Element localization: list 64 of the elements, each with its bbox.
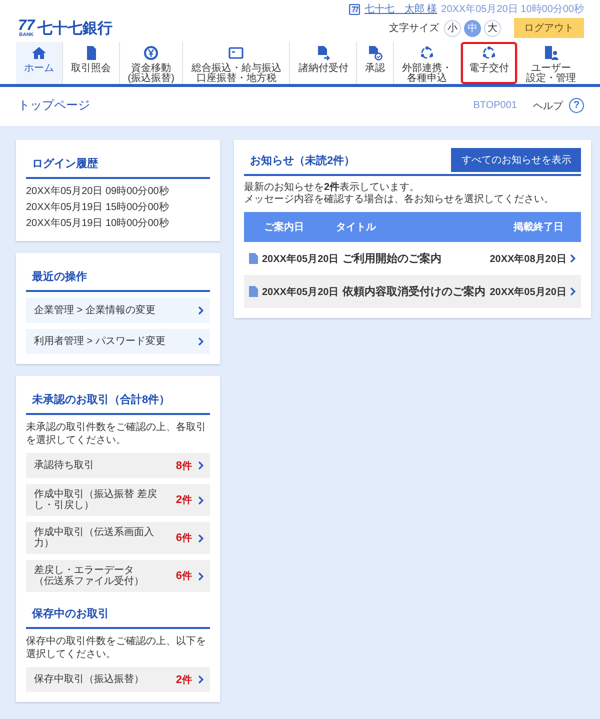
yen-coin-icon — [143, 45, 160, 61]
recent-operation-link[interactable]: 利用者管理 > パスワード変更 — [26, 329, 210, 354]
page-title: トップページ — [18, 97, 91, 114]
card-title: ログイン履歴 — [26, 156, 210, 179]
font-size-option[interactable]: 大 — [484, 20, 501, 36]
user-badge-icon — [349, 4, 360, 14]
chevron-icon — [198, 675, 204, 684]
login-entry: 20XX年05月20日 09時00分00秒 — [26, 185, 170, 199]
nav-tab[interactable]: ホーム — [16, 42, 62, 84]
notice-message: メッセージ内容を確認する場合は、各お知らせを選択してください。 — [244, 194, 555, 206]
logout-button[interactable]: ログアウト — [514, 18, 584, 38]
cycle-icon — [481, 45, 498, 61]
show-all-notices-button[interactable]: すべてのお知らせを表示 — [451, 148, 582, 172]
cycle-icon — [419, 45, 436, 61]
bank-name: 七十七銀行 — [38, 20, 113, 38]
description-text: 保存中の取引件数をご確認の上、以下を選択してください。 — [26, 635, 207, 661]
login-entry: 20XX年05月19日 10時00分00秒 — [26, 217, 170, 231]
card-icon — [228, 45, 244, 61]
home-icon — [30, 45, 47, 61]
card-title: 保存中のお取引 — [26, 606, 210, 629]
login-datetime: 20XX年05月20日 10時00分00秒 — [441, 2, 584, 16]
column-header: 掲載終了日 — [513, 220, 564, 234]
column-header: タイトル — [335, 221, 378, 234]
chevron-icon — [198, 306, 204, 315]
document-check-icon — [367, 45, 384, 61]
login-entry: 20XX年05月19日 15時00分00秒 — [26, 201, 170, 215]
document-icon — [249, 253, 258, 264]
table-cell-text: 20XX年08月20日 — [490, 252, 566, 266]
chevron-icon — [198, 496, 204, 504]
transaction-link[interactable]: 作成中取引（伝送系画面入力） 6件 — [26, 522, 210, 554]
card-title: 最近の操作 — [26, 269, 210, 292]
chevron-icon — [198, 461, 204, 470]
description-text: 未承認の取引件数をご確認の上、各取引を選択してください。 — [26, 421, 207, 447]
user-building-icon — [543, 45, 559, 61]
document-arrow-icon — [315, 45, 332, 61]
chevron-icon — [198, 572, 204, 580]
user-name-link[interactable]: 七十七 太郎 様 — [364, 2, 438, 16]
notice-row[interactable]: 20XX年05月20日 依頼内容取消受付けのご案内 20XX年05月20日 — [244, 275, 582, 308]
card-title: お知らせ（未読2件） — [249, 154, 356, 169]
card-title: 未承認のお取引（合計8件） — [26, 392, 210, 415]
notice-title: 依頼内容取消受付けのご案内 — [342, 284, 486, 299]
transaction-link[interactable]: 差戻し・エラーデータ （伝送系ファイル受付） 6件 — [26, 560, 210, 592]
notice-message: 最新のお知らせを2件表示しています。 — [244, 182, 421, 194]
recent-operation-link[interactable]: 企業管理 > 企業情報の変更 — [26, 298, 210, 323]
document-icon — [249, 286, 258, 297]
chevron-icon — [198, 534, 204, 542]
font-size-label: 文字サイズ — [389, 22, 439, 35]
nav-tab[interactable]: 電子交付 — [460, 42, 518, 84]
column-header: ご案内日 — [263, 220, 305, 234]
transaction-link[interactable]: 作成中取引（振込振替 差戻し・引戻し） 2件 — [26, 484, 210, 516]
transaction-link[interactable]: 保存中取引（振込振替） 2件 — [26, 667, 210, 692]
table-cell-text: 20XX年05月20日 — [262, 252, 339, 266]
help-icon[interactable]: ? — [569, 98, 584, 113]
chevron-icon — [570, 287, 576, 296]
help-link[interactable]: ヘルプ — [533, 98, 563, 112]
chevron-icon — [198, 337, 204, 346]
transaction-link[interactable]: 承認待ち取引 8件 — [26, 453, 210, 478]
font-size-option[interactable]: 小 — [444, 20, 461, 36]
notice-row[interactable]: 20XX年05月20日 ご利用開始のご案内 20XX年08月20日 — [244, 242, 582, 275]
table-cell-text: 20XX年05月20日 — [262, 286, 339, 298]
chevron-icon — [570, 254, 576, 263]
notice-title: ご利用開始のご案内 — [342, 251, 443, 266]
table-cell-text: 20XX年05月20日 — [490, 286, 566, 298]
screen-code: BTOP001 — [473, 100, 517, 111]
